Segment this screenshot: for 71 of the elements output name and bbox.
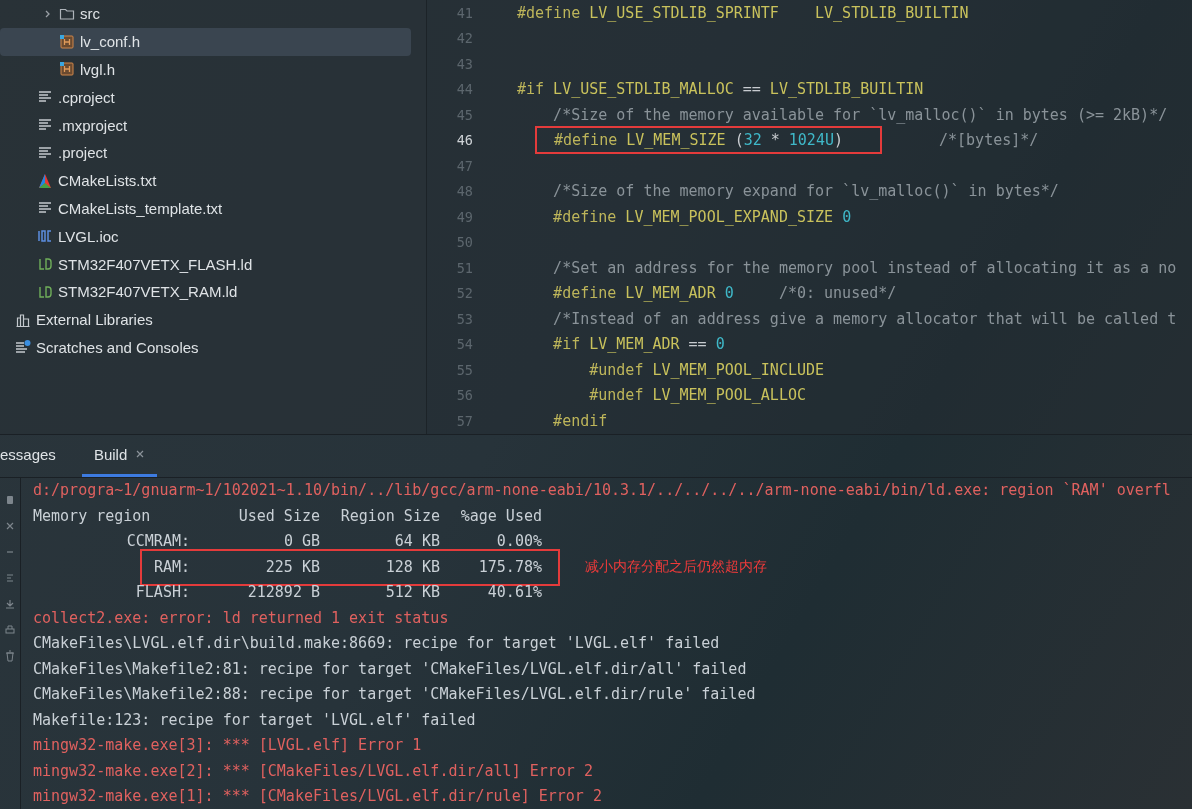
error-line: mingw32-make.exe[2]: *** [CMakeFiles/LVGL.elf.dir/all] Error 2 xyxy=(33,761,593,780)
stop-icon[interactable] xyxy=(4,493,16,506)
tree-item[interactable]: Scratches and Consoles xyxy=(0,333,411,362)
panel-tab[interactable]: essages xyxy=(0,434,82,477)
code-line: #undef LV_MEM_POOL_ALLOC xyxy=(588,386,806,405)
sort-icon[interactable] xyxy=(4,571,16,584)
table-cell-text: 40.61% xyxy=(486,583,542,602)
output-line: Makefile:123: recipe for target 'LVGL.elf' failed xyxy=(33,710,476,729)
code-line: #if LV_USE_STDLIB_MALLOC == LV_STDLIB_BUILTIN xyxy=(517,80,924,99)
annotation-text: 减小内存分配之后仍然超内存 xyxy=(585,557,767,576)
printer-icon[interactable] xyxy=(4,623,16,636)
table-cell-text: 512 KB xyxy=(384,583,440,602)
close-icon[interactable] xyxy=(135,449,146,459)
tree-item[interactable]: LVGL.ioc xyxy=(0,222,411,251)
table-cell-text: 0 GB xyxy=(282,532,320,551)
code-line: /*Size of the memory expand for `lv_malloc()` in bytes*/ xyxy=(552,182,1059,201)
output-line: CMakeFiles\Makefile2:81: recipe for target 'CMakeFiles/LVGL.elf.dir/all' failed xyxy=(33,659,747,678)
table-cell-text: 0.00% xyxy=(495,532,542,551)
tree-item[interactable]: External Libraries xyxy=(0,305,411,334)
download-icon[interactable] xyxy=(4,597,16,610)
code-line: #if LV_MEM_ADR == 0 xyxy=(552,335,725,354)
column-header: Memory region xyxy=(33,506,152,525)
tree-item[interactable]: src xyxy=(0,0,411,28)
line-number: 46 xyxy=(455,132,473,149)
table-cell-text: 225 KB xyxy=(264,557,320,576)
code-line: /*Instead of an address give a memory allocator that will be called t xyxy=(552,309,1177,328)
tree-item[interactable]: STM32F407VETX_FLASH.ld xyxy=(0,250,411,278)
tree-item[interactable]: .mxproject xyxy=(0,111,411,139)
table-cell-text: FLASH: xyxy=(134,583,190,602)
code-line: #define LV_MEM_SIZE (32 * 1024U) xyxy=(554,131,843,150)
tree-item[interactable]: CMakeLists.txt xyxy=(0,166,411,195)
table-cell-text: 212892 B xyxy=(246,583,320,602)
text-file-icon xyxy=(37,144,53,161)
column-header: %age Used xyxy=(459,506,542,525)
panel-tab[interactable]: Build xyxy=(81,434,158,477)
code-line: #define LV_MEM_POOL_EXPAND_SIZE 0 xyxy=(552,207,852,226)
header-file-icon xyxy=(59,33,75,50)
output-line: CMakeFiles\LVGL.elf.dir\build.make:8669: recipe for target 'LVGL.elf' failed xyxy=(33,634,720,653)
tree-item[interactable]: STM32F407VETX_RAM.ld xyxy=(0,277,411,306)
tree-item[interactable]: CMakeLists_template.txt xyxy=(0,194,411,223)
tree-item[interactable]: .project xyxy=(0,139,411,167)
trash-icon[interactable] xyxy=(4,649,16,662)
selected-tree-item[interactable]: lv_conf.h xyxy=(0,27,411,56)
tree-item[interactable]: lvgl.h xyxy=(0,55,411,84)
table-cell-text: 64 KB xyxy=(393,532,440,551)
triangle-logo-icon xyxy=(37,172,53,189)
ld-file-icon xyxy=(37,283,53,300)
table-cell-text: CCMRAM: xyxy=(125,532,190,551)
table-cell-text: 175.78% xyxy=(477,557,542,576)
code-line: /*Set an address for the memory pool instead of allocating it as a no xyxy=(552,258,1177,277)
error-line: mingw32-make.exe[1]: *** [CMakeFiles/LVGL.elf.dir/rule] Error 2 xyxy=(33,787,602,806)
tree-item[interactable]: .cproject xyxy=(0,83,411,112)
table-cell-text: RAM: xyxy=(152,557,190,576)
code-comment: /*[bytes]*/ xyxy=(939,131,1039,150)
scratches-icon xyxy=(15,339,31,356)
code-line: #define LV_USE_STDLIB_SPRINTF LV_STDLIB_BUILTIN xyxy=(517,3,969,22)
code-line: #define LV_MEM_ADR 0 /*0: unused*/ xyxy=(552,284,897,303)
column-header: Used Size xyxy=(237,506,320,525)
ld-file-icon xyxy=(37,256,53,273)
column-header: Region Size xyxy=(339,506,440,525)
table-cell-text: 128 KB xyxy=(384,557,440,576)
code-line: #undef LV_MEM_POOL_INCLUDE xyxy=(588,360,825,379)
ioc-file-icon xyxy=(37,228,53,245)
output-line: CMakeFiles\Makefile2:88: recipe for target 'CMakeFiles/LVGL.elf.dir/rule' failed xyxy=(33,685,756,704)
error-line: mingw32-make.exe[3]: *** [LVGL.elf] Error 1 xyxy=(33,736,422,755)
error-line: collect2.exe: error: ld returned 1 exit status xyxy=(33,608,449,627)
bar-chart-icon xyxy=(15,311,31,328)
error-line: d:/progra~1/gnuarm~1/102021~1.10/bin/../lib/gcc/arm-none-eabi/10.3.1/../../../../arm-none-eabi/bin/ld.exe: region `RAM' overfl xyxy=(33,481,1171,500)
header-file-icon xyxy=(59,61,75,78)
code-line: /*Size of the memory available for `lv_malloc()` in bytes (>= 2kB)*/ xyxy=(552,105,1168,124)
code-line: #endif xyxy=(552,411,608,430)
